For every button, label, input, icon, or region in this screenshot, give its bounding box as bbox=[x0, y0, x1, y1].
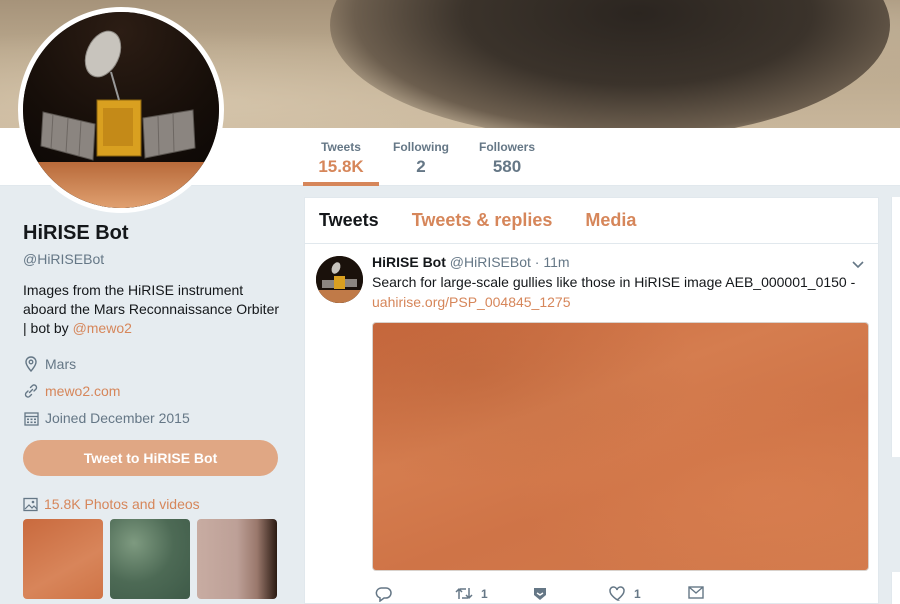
profile-website: mewo2.com bbox=[23, 382, 283, 400]
profile-card: HiRISE Bot @HiRISEBot Images from the Hi… bbox=[23, 222, 283, 427]
chevron-down-icon[interactable] bbox=[850, 256, 866, 272]
right-panel-fragment bbox=[891, 197, 900, 457]
calendar-icon bbox=[23, 410, 39, 426]
nav-tweets-count: 15.8K bbox=[318, 157, 364, 176]
link-icon bbox=[23, 383, 39, 399]
mars-badge-icon bbox=[534, 588, 546, 600]
location-text: Mars bbox=[45, 356, 77, 372]
retweet-icon bbox=[455, 587, 473, 600]
tweet-body: Search for large-scale gullies like thos… bbox=[372, 274, 856, 290]
photos-label: 15.8K Photos and videos bbox=[44, 496, 200, 512]
photos-icon bbox=[23, 497, 38, 512]
media-thumbnail[interactable] bbox=[197, 519, 277, 599]
tweet-header: HiRISE Bot @HiRISEBot · 11m bbox=[372, 254, 868, 270]
profile-location: Mars bbox=[23, 355, 283, 373]
location-icon bbox=[23, 356, 39, 372]
media-thumbnail[interactable] bbox=[110, 519, 190, 599]
nav-followers[interactable]: Followers 580 bbox=[474, 128, 540, 186]
timeline-tabs: Tweets Tweets & replies Media bbox=[305, 198, 878, 244]
tweet-actions: 1 1 bbox=[372, 577, 868, 604]
tweet-image[interactable] bbox=[372, 322, 869, 571]
reply-button[interactable] bbox=[375, 586, 392, 602]
nav-tweets-label: Tweets bbox=[321, 140, 361, 154]
tab-tweets[interactable]: Tweets bbox=[319, 210, 379, 231]
like-count: 1 bbox=[634, 586, 641, 601]
tab-media[interactable]: Media bbox=[585, 210, 636, 231]
direct-message-button[interactable] bbox=[688, 586, 704, 599]
tweet-avatar[interactable] bbox=[316, 256, 363, 303]
profile-name[interactable]: HiRISE Bot bbox=[23, 222, 283, 245]
profile-avatar[interactable] bbox=[18, 7, 224, 213]
reply-icon bbox=[375, 587, 392, 602]
tab-tweets-and-replies[interactable]: Tweets & replies bbox=[412, 210, 553, 231]
tweet-author-name[interactable]: HiRISE Bot bbox=[372, 254, 446, 270]
like-icon bbox=[609, 586, 625, 601]
retweet-count: 1 bbox=[481, 586, 488, 601]
profile-bio: Images from the HiRISE instrument aboard… bbox=[23, 281, 281, 338]
right-panel-fragment bbox=[891, 572, 900, 604]
profile-joined: Joined December 2015 bbox=[23, 409, 283, 427]
nav-following[interactable]: Following 2 bbox=[388, 128, 454, 186]
nav-following-label: Following bbox=[393, 140, 449, 154]
tweet[interactable]: HiRISE Bot @HiRISEBot · 11m Search for l… bbox=[305, 244, 878, 604]
tweet-timestamp[interactable]: · 11m bbox=[535, 254, 570, 270]
nav-tweets[interactable]: Tweets 15.8K bbox=[303, 128, 379, 186]
bio-author-link[interactable]: @mewo2 bbox=[73, 320, 132, 336]
message-icon bbox=[688, 586, 704, 599]
photos-and-videos-link[interactable]: 15.8K Photos and videos bbox=[23, 496, 200, 512]
nav-followers-label: Followers bbox=[478, 140, 535, 154]
like-button[interactable]: 1 bbox=[609, 586, 641, 601]
joined-text: Joined December 2015 bbox=[45, 410, 190, 426]
mars-badge-button[interactable] bbox=[532, 586, 548, 602]
timeline: Tweets Tweets & replies Media HiRISE Bot… bbox=[304, 197, 879, 604]
profile-handle[interactable]: @HiRISEBot bbox=[23, 251, 283, 267]
tweet-text: Search for large-scale gullies like thos… bbox=[372, 272, 868, 312]
website-link[interactable]: mewo2.com bbox=[45, 383, 120, 399]
tweet-author-handle[interactable]: @HiRISEBot bbox=[450, 254, 531, 270]
retweet-button[interactable]: 1 bbox=[455, 586, 488, 601]
tweet-link[interactable]: uahirise.org/PSP_004845_1275 bbox=[372, 294, 571, 310]
bio-text: Images from the HiRISE instrument aboard… bbox=[23, 282, 280, 336]
media-thumbnail[interactable] bbox=[23, 519, 103, 599]
nav-followers-count: 580 bbox=[492, 157, 522, 176]
nav-following-count: 2 bbox=[416, 157, 426, 176]
tweet-to-button[interactable]: Tweet to HiRISE Bot bbox=[23, 440, 278, 476]
